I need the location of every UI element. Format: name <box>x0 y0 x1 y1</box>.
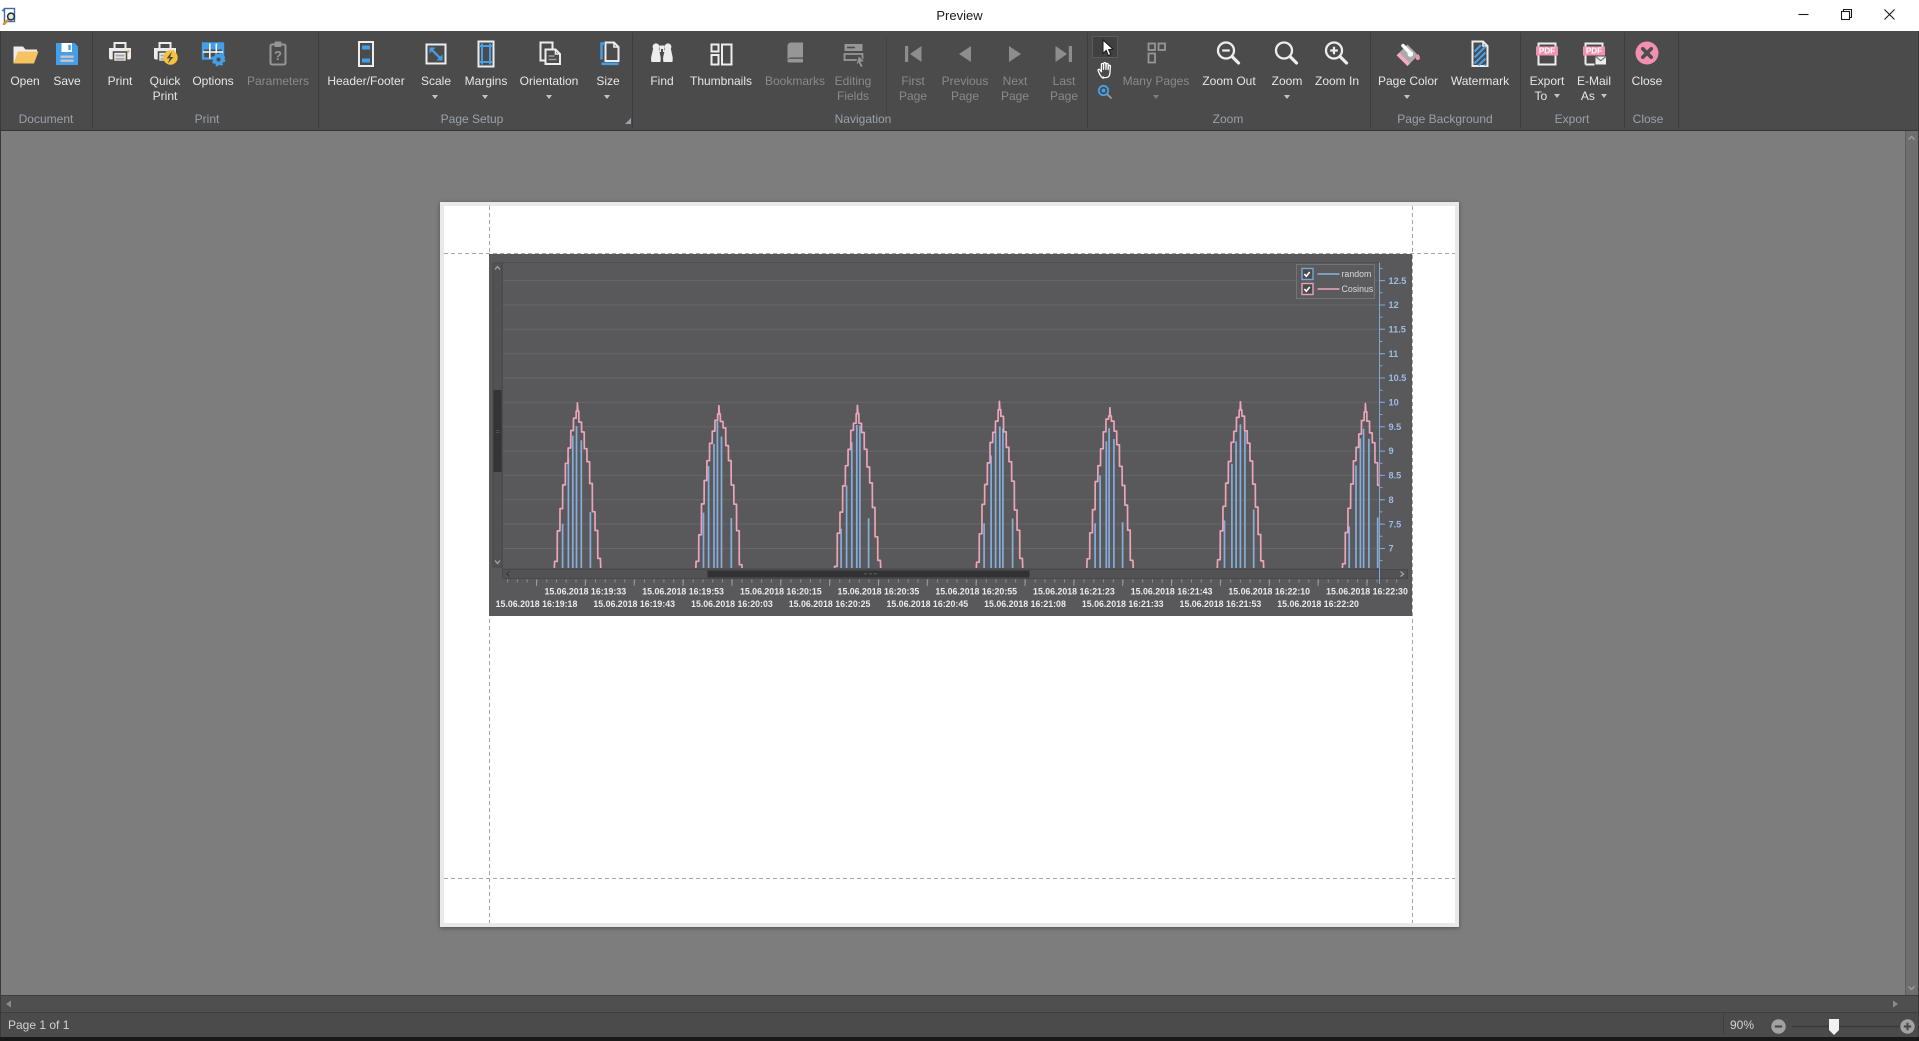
svg-text:9: 9 <box>1389 446 1394 456</box>
svg-text:9.5: 9.5 <box>1389 422 1402 432</box>
svg-text:15.06.2018 16:21:43: 15.06.2018 16:21:43 <box>1131 587 1213 597</box>
svg-text:15.06.2018 16:19:18: 15.06.2018 16:19:18 <box>496 599 578 609</box>
svg-text:10.5: 10.5 <box>1389 373 1407 383</box>
svg-text:15.06.2018 16:19:43: 15.06.2018 16:19:43 <box>593 599 675 609</box>
svg-text:10: 10 <box>1389 398 1399 408</box>
svg-text:random: random <box>1342 269 1372 279</box>
svg-text:15.06.2018 16:22:30: 15.06.2018 16:22:30 <box>1326 587 1408 597</box>
svg-text:11: 11 <box>1389 349 1399 359</box>
svg-text:8: 8 <box>1389 495 1394 505</box>
svg-text:15.06.2018 16:22:20: 15.06.2018 16:22:20 <box>1277 599 1359 609</box>
svg-text:15.06.2018 16:21:23: 15.06.2018 16:21:23 <box>1033 587 1115 597</box>
svg-text:Cosinus: Cosinus <box>1342 284 1374 294</box>
svg-text:15.06.2018 16:19:33: 15.06.2018 16:19:33 <box>544 587 626 597</box>
svg-text:15.06.2018 16:21:33: 15.06.2018 16:21:33 <box>1082 599 1164 609</box>
svg-text:8.5: 8.5 <box>1389 471 1402 481</box>
svg-text:PDF: PDF <box>1539 47 1555 56</box>
svg-text:12: 12 <box>1389 300 1399 310</box>
svg-text:15.06.2018 16:20:55: 15.06.2018 16:20:55 <box>935 587 1017 597</box>
svg-text:15.06.2018 16:20:03: 15.06.2018 16:20:03 <box>691 599 773 609</box>
svg-text:PDF: PDF <box>1586 47 1602 56</box>
svg-text:15.06.2018 16:19:53: 15.06.2018 16:19:53 <box>642 587 724 597</box>
svg-text:15.06.2018 16:20:15: 15.06.2018 16:20:15 <box>740 587 822 597</box>
svg-text:7: 7 <box>1389 544 1394 554</box>
svg-text:15.06.2018 16:21:08: 15.06.2018 16:21:08 <box>984 599 1066 609</box>
svg-text:15.06.2018 16:21:53: 15.06.2018 16:21:53 <box>1180 599 1262 609</box>
svg-text:11.5: 11.5 <box>1389 325 1406 335</box>
svg-text:?: ? <box>274 48 282 63</box>
svg-text:12.5: 12.5 <box>1389 276 1407 286</box>
svg-text:15.06.2018 16:20:25: 15.06.2018 16:20:25 <box>789 599 871 609</box>
svg-text:7.5: 7.5 <box>1389 519 1402 529</box>
svg-text:15.06.2018 16:20:35: 15.06.2018 16:20:35 <box>838 587 920 597</box>
svg-text:15.06.2018 16:20:45: 15.06.2018 16:20:45 <box>886 599 968 609</box>
svg-text:15.06.2018 16:22:10: 15.06.2018 16:22:10 <box>1228 587 1310 597</box>
